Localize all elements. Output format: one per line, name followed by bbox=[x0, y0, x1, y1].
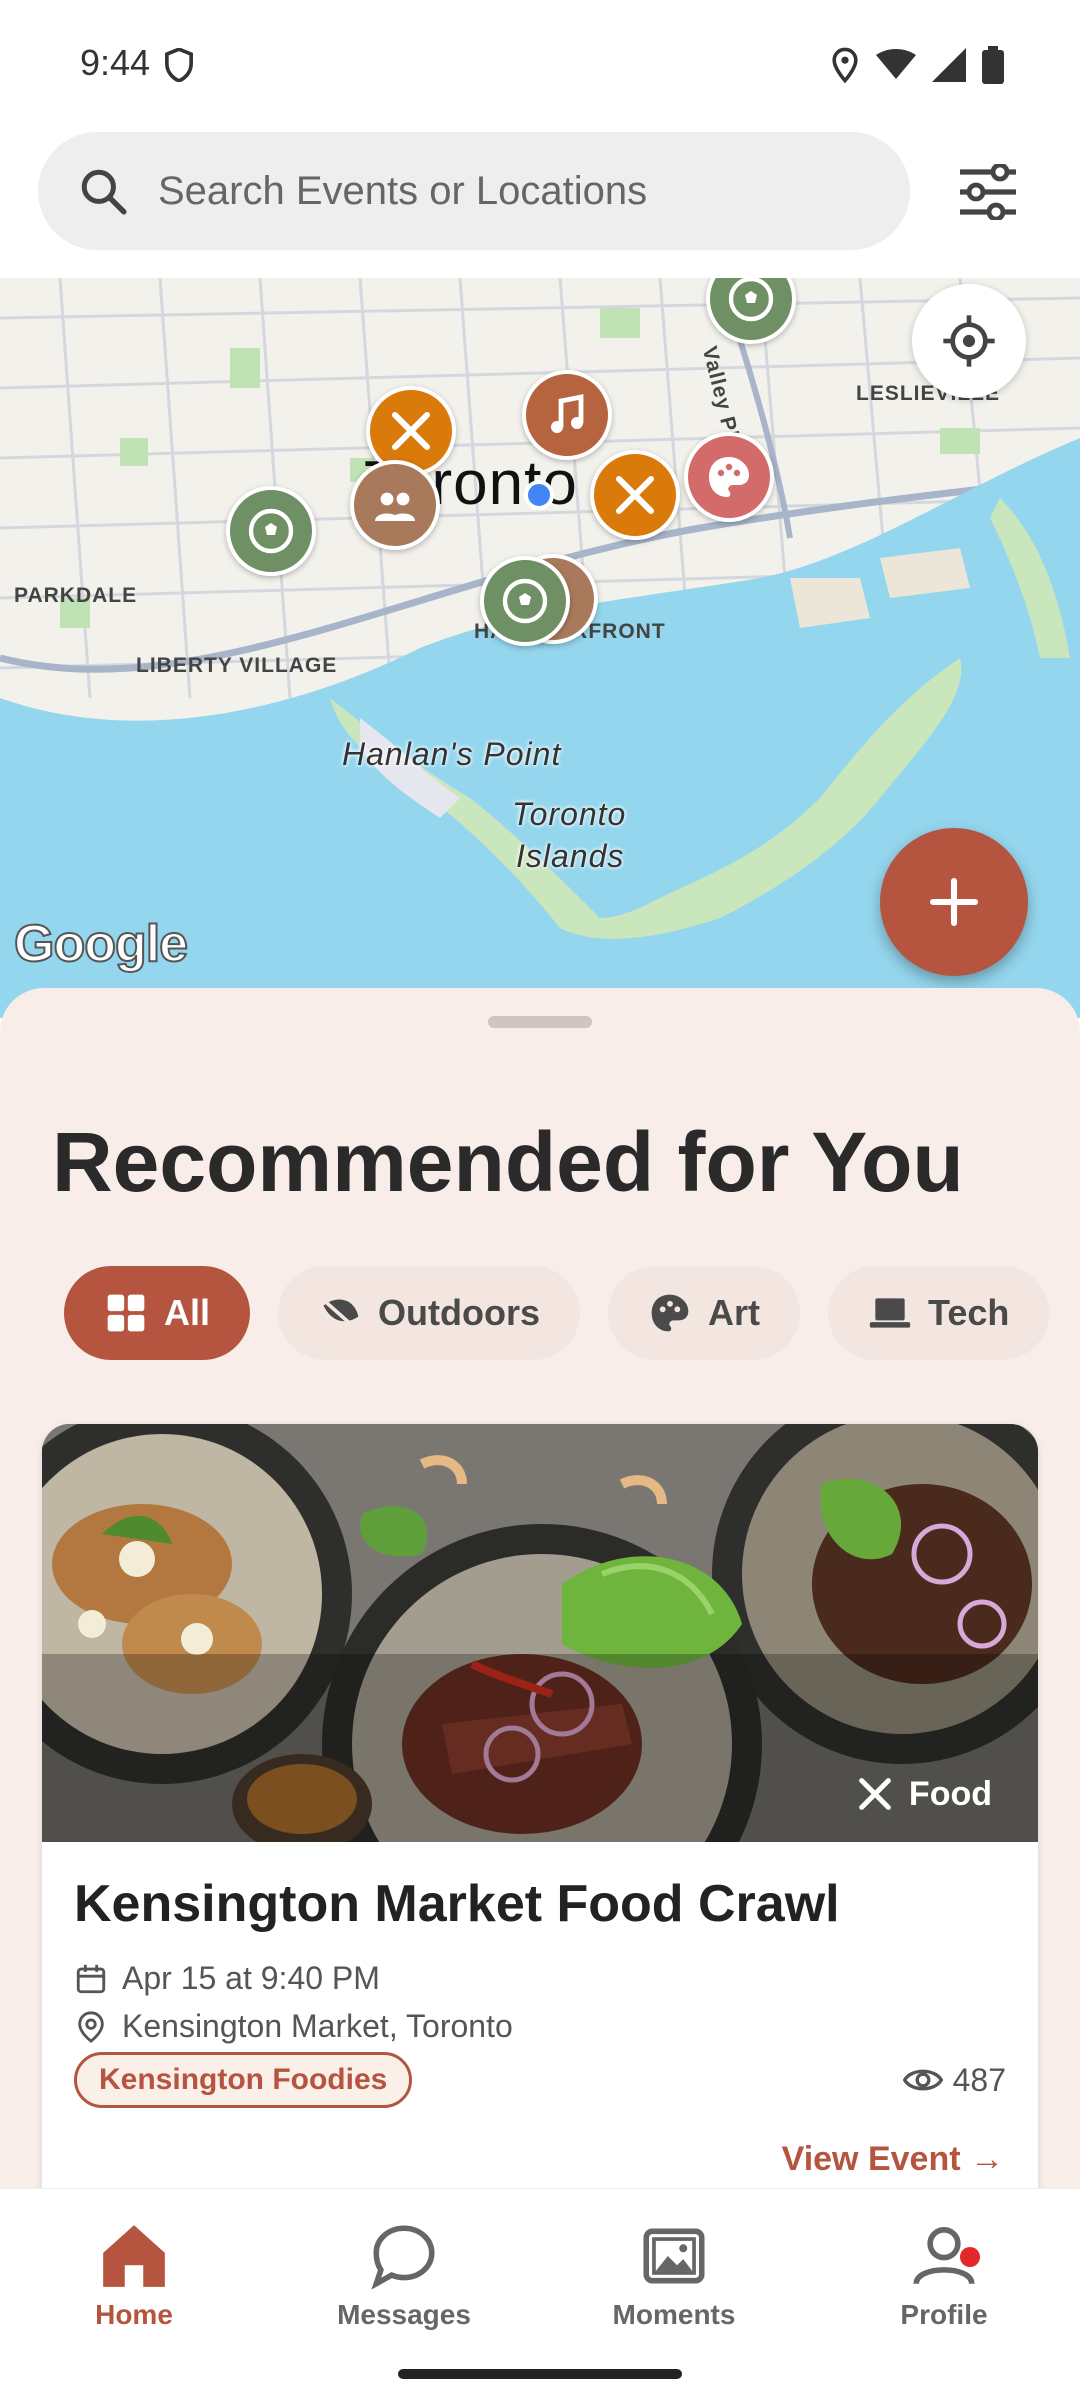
google-logo: Google bbox=[13, 914, 189, 974]
chip-outdoors[interactable]: Outdoors bbox=[278, 1266, 580, 1360]
my-location-button[interactable] bbox=[912, 284, 1026, 398]
map-label-toronto-islands-2: Islands bbox=[516, 838, 625, 874]
utensils-icon bbox=[616, 476, 654, 514]
current-location-dot bbox=[524, 480, 554, 510]
search-input[interactable] bbox=[158, 168, 910, 214]
nav-label: Moments bbox=[612, 2299, 736, 2330]
signal-icon bbox=[932, 48, 966, 82]
chip-art[interactable]: Art bbox=[608, 1266, 800, 1360]
status-bar: 9:44 bbox=[0, 0, 1080, 130]
bottom-navigation: Home Messages Moments Profile bbox=[0, 2188, 1080, 2400]
gesture-bar[interactable] bbox=[398, 2369, 682, 2379]
nav-label: Messages bbox=[337, 2299, 471, 2330]
add-event-button[interactable] bbox=[880, 828, 1028, 976]
soccer-ball-icon bbox=[248, 508, 294, 554]
chip-label: Art bbox=[708, 1292, 760, 1333]
utensils-icon bbox=[859, 1778, 891, 1810]
map-label-liberty-village: LIBERTY VILLAGE bbox=[136, 654, 338, 677]
map-pin-food[interactable] bbox=[590, 450, 680, 540]
search-bar[interactable] bbox=[38, 132, 910, 250]
view-event-link[interactable]: View Event → bbox=[782, 2140, 1004, 2179]
map-pin-social[interactable] bbox=[350, 460, 440, 550]
map-pin-sports[interactable] bbox=[226, 486, 316, 576]
event-date-text: Apr 15 at 9:40 PM bbox=[122, 1960, 380, 1996]
soccer-ball-icon bbox=[728, 278, 774, 322]
search-icon bbox=[81, 169, 127, 215]
chat-icon bbox=[371, 2225, 435, 2290]
wifi-icon bbox=[876, 49, 916, 79]
organizer-name: Kensington Foodies bbox=[99, 2063, 388, 2096]
recommendations-sheet[interactable]: Recommended for You All Outdoors Art Tec… bbox=[0, 988, 1080, 2188]
chip-label: All bbox=[164, 1292, 211, 1333]
plus-icon bbox=[929, 877, 979, 927]
grid-icon bbox=[107, 1294, 145, 1332]
map-label-toronto-islands-1: Toronto bbox=[512, 796, 627, 832]
event-card[interactable]: Food Kensington Market Food Crawl Apr 15… bbox=[42, 1424, 1038, 2188]
leaf-icon bbox=[320, 1296, 359, 1330]
event-title: Kensington Market Food Crawl bbox=[74, 1875, 840, 1933]
map-pin-music[interactable] bbox=[522, 370, 612, 460]
crosshair-icon bbox=[943, 315, 995, 367]
notification-dot bbox=[960, 2247, 980, 2267]
soccer-ball-icon bbox=[502, 578, 548, 624]
event-image: Food bbox=[42, 1424, 1038, 1842]
group-icon bbox=[375, 492, 415, 521]
map-label-parkdale: PARKDALE bbox=[14, 584, 138, 607]
chip-all[interactable]: All bbox=[64, 1266, 251, 1360]
event-location: Kensington Market, Toronto bbox=[74, 2008, 513, 2045]
nav-profile[interactable]: Profile bbox=[844, 2219, 1044, 2331]
nav-label: Home bbox=[95, 2299, 173, 2330]
category-label: Food bbox=[908, 1774, 992, 1813]
event-location-text: Kensington Market, Toronto bbox=[122, 2008, 513, 2044]
view-count: 487 bbox=[902, 2060, 1006, 2100]
section-title: Recommended for You bbox=[52, 1115, 964, 1209]
palette-icon bbox=[651, 1294, 689, 1332]
location-icon bbox=[832, 47, 858, 83]
utensils-icon bbox=[392, 412, 430, 450]
chip-tech[interactable]: Tech bbox=[828, 1266, 1050, 1360]
filter-icon[interactable] bbox=[956, 164, 1020, 220]
palette-icon bbox=[709, 457, 749, 497]
category-chips: All Outdoors Art Tech bbox=[64, 1266, 1050, 1360]
chip-label: Tech bbox=[928, 1292, 1010, 1333]
status-icons bbox=[830, 46, 1004, 84]
map-pin-sports[interactable] bbox=[480, 556, 570, 646]
shield-icon bbox=[165, 48, 193, 82]
organizer-tag[interactable]: Kensington Foodies bbox=[74, 2052, 413, 2108]
home-icon bbox=[103, 2225, 165, 2287]
image-icon bbox=[643, 2228, 705, 2284]
nav-messages[interactable]: Messages bbox=[304, 2219, 504, 2331]
map-label-hanlans-point: Hanlan's Point bbox=[342, 736, 562, 772]
nav-label: Profile bbox=[900, 2299, 988, 2330]
sheet-drag-handle[interactable] bbox=[488, 1016, 592, 1028]
laptop-icon bbox=[869, 1298, 911, 1328]
chip-label: Outdoors bbox=[378, 1292, 540, 1333]
music-note-icon bbox=[551, 394, 584, 433]
calendar-icon bbox=[76, 1964, 106, 1993]
battery-icon bbox=[982, 46, 1004, 84]
location-pin-icon bbox=[78, 2010, 104, 2043]
eye-icon bbox=[902, 2069, 943, 2091]
nav-home[interactable]: Home bbox=[34, 2219, 234, 2331]
map-pin-art[interactable] bbox=[684, 432, 774, 522]
view-count-text: 487 bbox=[952, 2061, 1006, 2098]
nav-moments[interactable]: Moments bbox=[574, 2219, 774, 2331]
category-badge: Food bbox=[855, 1774, 992, 1814]
event-date: Apr 15 at 9:40 PM bbox=[74, 1960, 380, 1997]
status-time: 9:44 bbox=[80, 42, 151, 83]
